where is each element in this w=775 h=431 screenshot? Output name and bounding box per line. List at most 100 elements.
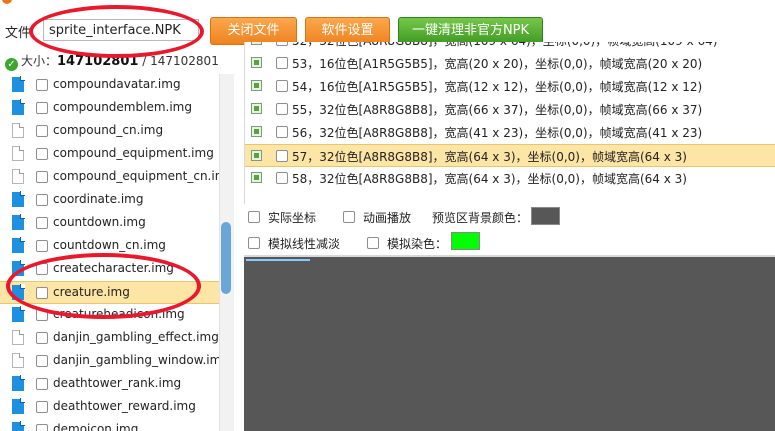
- file-checkbox[interactable]: [36, 309, 48, 321]
- file-list-item[interactable]: demoicon.img: [0, 419, 220, 431]
- linear-fade-option[interactable]: 模拟线性减淡: [248, 235, 340, 252]
- file-name: compoundemblem.img: [53, 100, 192, 114]
- check-circle-icon: ✓: [5, 58, 18, 71]
- file-checkbox[interactable]: [36, 424, 48, 431]
- file-checkbox[interactable]: [36, 102, 48, 114]
- preview-area[interactable]: [244, 257, 775, 431]
- file-checkbox[interactable]: [36, 355, 48, 367]
- file-checkbox[interactable]: [36, 332, 48, 344]
- image-frame-icon: [251, 80, 262, 91]
- frame-checkbox[interactable]: [276, 172, 288, 184]
- file-name: compound_equipment.img: [53, 146, 214, 160]
- file-list-item[interactable]: createcharacter.img: [0, 258, 220, 281]
- file-list-item[interactable]: creatureheadicon.img: [0, 304, 220, 327]
- image-frame-icon: [251, 172, 262, 183]
- frame-checkbox[interactable]: [276, 42, 288, 46]
- frame-list-item[interactable]: 58，32位色[A8R8G8B8]，宽高(64 x 3)，坐标(0,0)，帧域宽…: [245, 167, 775, 190]
- frame-list[interactable]: 52，32位色[A8R8G8B8]，宽高(109 x 64)，坐标(0,0)，帧…: [244, 42, 775, 204]
- frame-info-text: 53，16位色[A1R5G5B5]，宽高(20 x 20)，坐标(0,0)，帧域…: [292, 57, 703, 71]
- frame-checkbox[interactable]: [276, 80, 288, 92]
- dye-color-swatch[interactable]: [451, 232, 480, 250]
- dye-checkbox[interactable]: [367, 237, 379, 249]
- file-checkbox[interactable]: [36, 217, 48, 229]
- file-checkbox[interactable]: [36, 148, 48, 160]
- file-checkbox[interactable]: [36, 79, 48, 91]
- size-status: ✓ 大小：147102801 / 147102801: [5, 52, 219, 71]
- file-name: deathtower_rank.img: [53, 376, 182, 390]
- blue-file-icon: [12, 398, 25, 414]
- frame-checkbox[interactable]: [276, 150, 288, 162]
- dye-option[interactable]: 模拟染色：: [367, 235, 447, 252]
- preview-sprite: [246, 259, 310, 261]
- file-list-item[interactable]: deathtower_reward.img: [0, 396, 220, 419]
- file-checkbox[interactable]: [36, 194, 48, 206]
- file-checkbox[interactable]: [36, 263, 48, 275]
- dye-label: 模拟染色：: [387, 237, 448, 251]
- file-name: coordinate.img: [53, 192, 144, 206]
- file-list-item[interactable]: deathtower_rank.img: [0, 373, 220, 396]
- file-list-item[interactable]: compound_equipment_cn.img: [0, 166, 234, 189]
- frame-list-item[interactable]: 53，16位色[A1R5G5B5]，宽高(20 x 20)，坐标(0,0)，帧域…: [245, 52, 775, 75]
- frame-info-text: 58，32位色[A8R8G8B8]，宽高(64 x 3)，坐标(0,0)，帧域宽…: [292, 172, 687, 186]
- frame-checkbox[interactable]: [276, 57, 288, 69]
- file-list-item[interactable]: coordinate.img: [0, 189, 220, 212]
- anim-play-checkbox[interactable]: [343, 211, 355, 223]
- file-list-item[interactable]: compound_equipment.img: [0, 143, 220, 166]
- actual-coords-label: 实际坐标: [268, 211, 317, 225]
- blue-file-icon: [12, 306, 25, 322]
- file-list-item[interactable]: countdown_cn.img: [0, 235, 220, 258]
- file-checkbox[interactable]: [36, 240, 48, 252]
- file-checkbox[interactable]: [36, 287, 48, 299]
- settings-button[interactable]: 软件设置: [305, 17, 390, 45]
- app-logo-icon: [2, 0, 12, 4]
- clean-npk-button[interactable]: 一键清理非官方NPK: [398, 17, 543, 45]
- linear-fade-checkbox[interactable]: [248, 237, 260, 249]
- blank-file-icon: [12, 353, 24, 368]
- file-name: createcharacter.img: [53, 261, 174, 275]
- file-checkbox[interactable]: [36, 125, 48, 137]
- blue-file-icon: [12, 214, 25, 230]
- file-checkbox[interactable]: [36, 401, 48, 413]
- frame-checkbox[interactable]: [276, 126, 288, 138]
- file-list-item[interactable]: danjin_gambling_effect.img: [0, 327, 220, 350]
- blue-file-icon: [12, 421, 25, 431]
- file-list-scroll-thumb[interactable]: [221, 222, 231, 294]
- frame-list-item[interactable]: 52，32位色[A8R8G8B8]，宽高(109 x 64)，坐标(0,0)，帧…: [245, 42, 775, 52]
- image-frame-icon: [251, 42, 262, 45]
- file-list-item[interactable]: creature.img: [0, 281, 220, 304]
- frame-list-item[interactable]: 55，32位色[A8R8G8B8]，宽高(66 x 37)，坐标(0,0)，帧域…: [245, 98, 775, 121]
- file-name: compoundavatar.img: [53, 77, 181, 91]
- blue-file-icon: [12, 191, 25, 207]
- frame-info-text: 52，32位色[A8R8G8B8]，宽高(109 x 64)，坐标(0,0)，帧…: [292, 42, 718, 49]
- close-file-button[interactable]: 关闭文件: [210, 17, 297, 45]
- frame-list-item[interactable]: 56，32位色[A8R8G8B8]，宽高(41 x 23)，坐标(0,0)，帧域…: [245, 121, 775, 144]
- file-list-item[interactable]: compoundemblem.img: [0, 97, 220, 120]
- file-name: deathtower_reward.img: [53, 399, 196, 413]
- image-frame-icon: [251, 150, 262, 161]
- file-checkbox[interactable]: [36, 171, 48, 183]
- img-file-list[interactable]: compoundavatar.img compoundemblem.img comp…: [0, 74, 236, 431]
- frame-list-item[interactable]: 54，16位色[A1R5G5B5]，宽高(12 x 12)，坐标(0,0)，帧域…: [245, 75, 775, 98]
- blue-file-icon: [12, 375, 25, 391]
- frame-checkbox[interactable]: [276, 103, 288, 115]
- blue-file-icon: [12, 99, 25, 115]
- actual-coords-option[interactable]: 实际坐标: [248, 209, 316, 226]
- blue-file-icon: [12, 237, 25, 253]
- blank-file-icon: [12, 330, 24, 345]
- anim-play-option[interactable]: 动画播放: [343, 209, 411, 226]
- actual-coords-checkbox[interactable]: [248, 211, 260, 223]
- file-name: creatureheadicon.img: [53, 307, 185, 321]
- file-checkbox[interactable]: [36, 378, 48, 390]
- file-list-item[interactable]: compoundavatar.img: [0, 74, 220, 97]
- blue-file-icon: [12, 284, 25, 300]
- frame-info-text: 55，32位色[A8R8G8B8]，宽高(66 x 37)，坐标(0,0)，帧域…: [292, 103, 703, 117]
- file-list-item[interactable]: danjin_gambling_window.img: [0, 350, 229, 373]
- file-path-input[interactable]: [43, 19, 199, 41]
- blank-file-icon: [12, 169, 24, 184]
- bg-color-swatch[interactable]: [531, 207, 560, 225]
- file-list-item[interactable]: compound_cn.img: [0, 120, 220, 143]
- file-list-item[interactable]: countdown.img: [0, 212, 220, 235]
- file-label: 文件: [5, 26, 32, 41]
- frame-list-item[interactable]: 57，32位色[A8R8G8B8]，宽高(64 x 3)，坐标(0,0)，帧域宽…: [245, 144, 775, 167]
- linear-fade-label: 模拟线性减淡: [268, 237, 341, 251]
